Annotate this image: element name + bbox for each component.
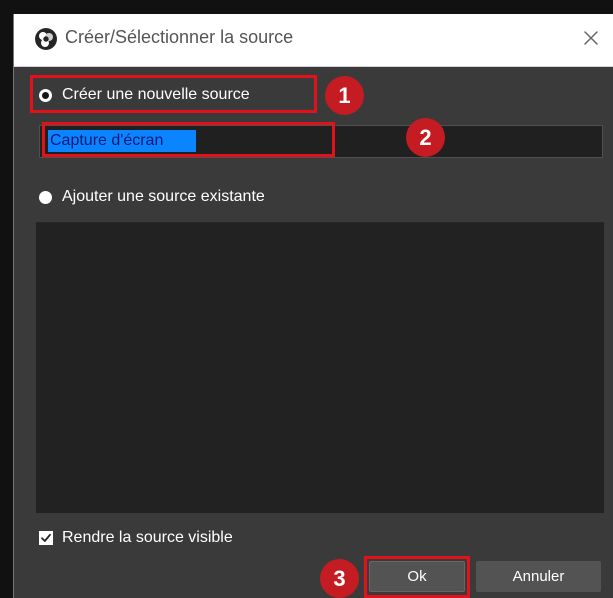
cancel-button[interactable]: Annuler xyxy=(476,561,601,592)
selected-radio-icon xyxy=(39,88,52,102)
step-badge-2: 2 xyxy=(406,118,445,157)
close-icon xyxy=(584,31,598,45)
create-new-source-radio[interactable]: Créer une nouvelle source xyxy=(39,85,250,105)
checkbox-icon xyxy=(39,531,53,545)
add-existing-source-label: Ajouter une source existante xyxy=(62,188,265,205)
source-name-input[interactable] xyxy=(48,130,196,152)
add-existing-source-radio[interactable]: Ajouter une source existante xyxy=(39,187,265,207)
step-badge-1: 1 xyxy=(325,76,364,115)
close-button[interactable] xyxy=(577,24,605,52)
ok-button[interactable]: Ok xyxy=(369,561,465,592)
existing-sources-list[interactable] xyxy=(36,222,604,513)
make-source-visible-checkbox[interactable]: Rendre la source visible xyxy=(39,528,233,548)
checkmark-icon xyxy=(41,533,51,542)
dialog-content: 1 Créer une nouvelle source 2 Ajouter un… xyxy=(14,67,613,598)
unselected-radio-icon xyxy=(39,190,52,204)
title-bar: Créer/Sélectionner la source xyxy=(14,14,613,67)
make-source-visible-label: Rendre la source visible xyxy=(62,529,233,546)
window-title: Créer/Sélectionner la source xyxy=(65,27,294,47)
step-badge-3: 3 xyxy=(320,559,359,598)
create-select-source-dialog: Créer/Sélectionner la source 1 Créer une… xyxy=(13,14,613,598)
create-new-source-label: Créer une nouvelle source xyxy=(62,86,250,103)
obs-logo-icon xyxy=(35,28,57,50)
source-name-field[interactable] xyxy=(39,125,603,158)
